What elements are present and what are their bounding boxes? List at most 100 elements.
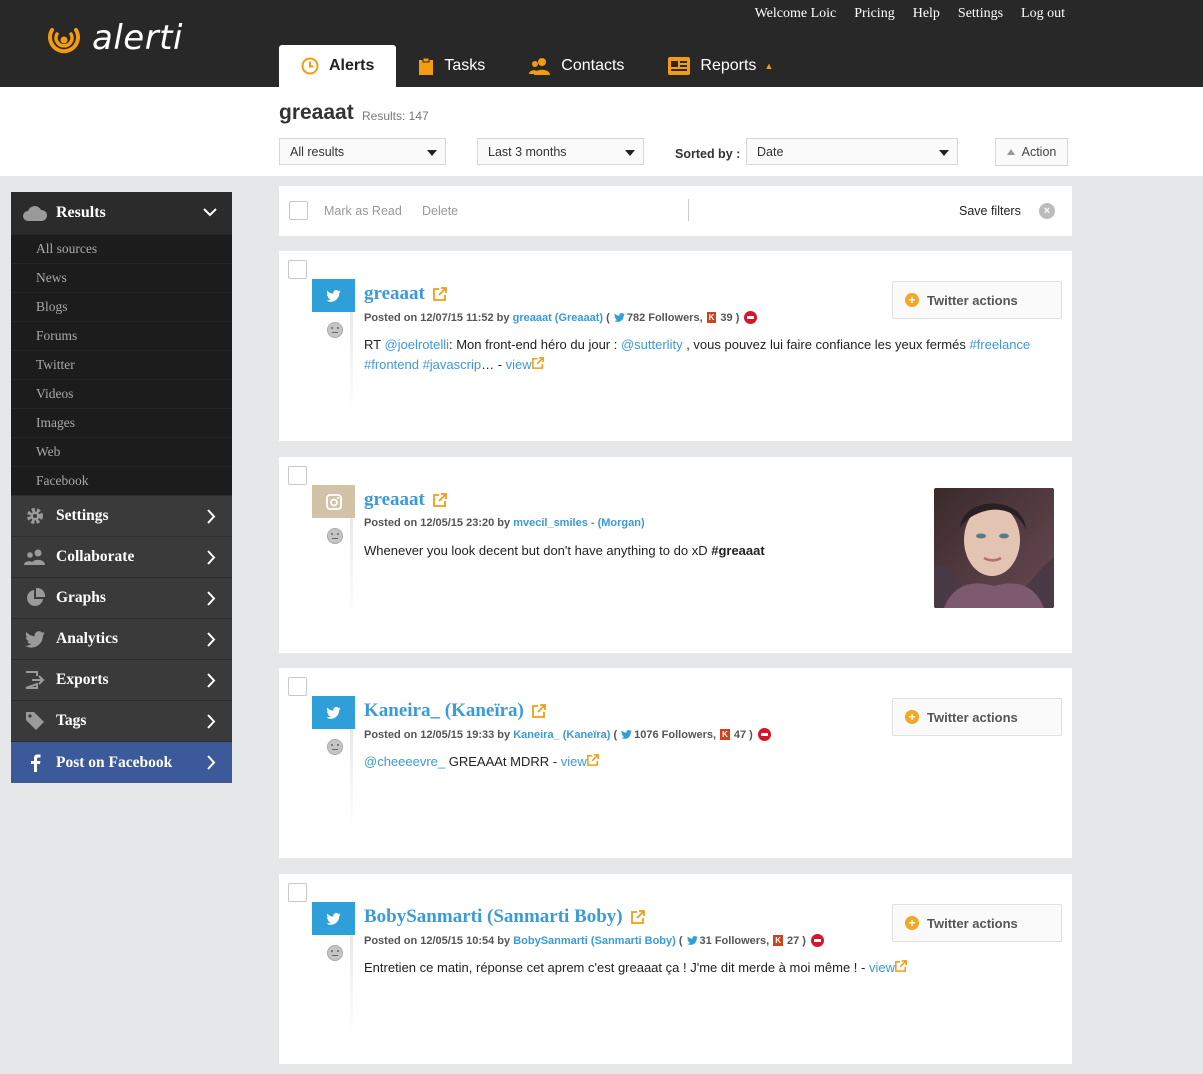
block-icon[interactable] [757, 728, 771, 741]
logout-link[interactable]: Log out [1021, 6, 1065, 22]
delete-button[interactable]: Delete [422, 204, 458, 218]
sidebar-item-tags[interactable]: Tags [11, 700, 232, 741]
tab-alerts[interactable]: Alerts [279, 45, 397, 87]
facebook-icon [23, 754, 47, 772]
neutral-sentiment-icon[interactable] [327, 945, 343, 961]
hashtag-link[interactable]: #javascrip [423, 357, 482, 372]
sidebar-item-analytics[interactable]: Analytics [11, 618, 232, 659]
cloud-icon [23, 205, 47, 221]
alerti-logo[interactable]: alerti [46, 18, 183, 58]
plus-icon: + [905, 710, 919, 724]
twitter-source-icon [312, 696, 355, 729]
text-segment: Whenever you look decent but don't have … [364, 543, 712, 558]
action-label: Action [1021, 145, 1057, 159]
posted-by-link[interactable]: Kaneira_ (Kaneïra) [513, 729, 610, 741]
chevron-right-icon [206, 591, 216, 611]
twitter-actions-button[interactable]: + Twitter actions [892, 281, 1062, 319]
scope-value: All results [290, 145, 345, 159]
external-link-icon [432, 287, 447, 301]
sidebar-item-videos[interactable]: Videos [11, 379, 232, 408]
author-link[interactable]: greaaat [364, 489, 447, 511]
sidebar-item-settings[interactable]: Settings [11, 495, 232, 536]
block-icon[interactable] [810, 934, 824, 947]
sidebar-item-twitter[interactable]: Twitter [11, 350, 232, 379]
reports-caret-icon: ▲ [764, 61, 774, 71]
result-checkbox[interactable] [288, 883, 307, 902]
mention-link[interactable]: @cheeeevre_ [364, 754, 445, 769]
sidebar-item-blogs[interactable]: Blogs [11, 292, 232, 321]
period-select[interactable]: Last 3 months [477, 138, 644, 165]
sidebar-item-facebook[interactable]: Facebook [11, 466, 232, 495]
neutral-sentiment-icon[interactable] [327, 528, 343, 544]
neutral-sentiment-icon[interactable] [327, 322, 343, 338]
mention-link[interactable]: @sutterlity [621, 337, 683, 352]
dropdown-arrow-icon [939, 150, 949, 156]
plus-icon: + [905, 293, 919, 307]
result-checkbox[interactable] [288, 466, 307, 485]
tab-tasks-label: Tasks [444, 57, 486, 74]
welcome-link[interactable]: Welcome Loic [755, 6, 837, 22]
external-link-icon [630, 910, 645, 924]
klout-score: 39 ) [720, 311, 740, 324]
sidebar-item-graphs[interactable]: Graphs [11, 577, 232, 618]
followers-count: 782 Followers, [626, 311, 703, 324]
posted-by-link[interactable]: BobySanmarti (Sanmarti Boby) [513, 935, 676, 947]
sidebar-item-forums[interactable]: Forums [11, 321, 232, 350]
followers-count: 31 Followers, [699, 934, 770, 947]
posted-date: Posted on 12/05/15 23:20 by [364, 517, 511, 529]
close-icon[interactable]: × [1039, 203, 1055, 219]
sidebar-item-exports[interactable]: Exports [11, 659, 232, 700]
sort-select[interactable]: Date [746, 138, 958, 165]
sidebar-item-all-sources[interactable]: All sources [11, 234, 232, 263]
view-link[interactable]: view [869, 960, 895, 975]
pricing-link[interactable]: Pricing [854, 6, 894, 22]
tab-tasks[interactable]: Tasks [396, 45, 507, 87]
plus-icon: + [905, 916, 919, 930]
post-text: Whenever you look decent but don't have … [364, 541, 924, 561]
twitter-actions-button[interactable]: + Twitter actions [892, 698, 1062, 736]
sort-value: Date [757, 145, 784, 159]
view-link[interactable]: view [561, 754, 587, 769]
post-photo[interactable] [934, 488, 1054, 608]
paren-open: ( [606, 311, 610, 324]
author-link[interactable]: BobySanmarti (Sanmarti Boby) [364, 906, 645, 928]
select-all-checkbox[interactable] [289, 201, 308, 220]
klout-icon: K [773, 935, 784, 946]
signal-icon [48, 28, 80, 54]
mention-link[interactable]: @joelrotelli [384, 337, 449, 352]
twitter-bird-icon [621, 730, 633, 739]
block-icon[interactable] [744, 311, 758, 324]
settings-link[interactable]: Settings [958, 6, 1003, 22]
divider [688, 199, 689, 221]
twitter-actions-button[interactable]: + Twitter actions [892, 904, 1062, 942]
result-checkbox[interactable] [288, 260, 307, 279]
author-link[interactable]: greaaat [364, 283, 447, 305]
sidebar-item-web[interactable]: Web [11, 437, 232, 466]
mark-as-read-button[interactable]: Mark as Read [324, 204, 402, 218]
tab-reports[interactable]: Reports ▲ [646, 45, 795, 87]
sidebar-exports-label: Exports [56, 671, 109, 688]
view-link[interactable]: view [506, 357, 532, 372]
action-button[interactable]: Action [995, 138, 1068, 166]
sidebar-item-images[interactable]: Images [11, 408, 232, 437]
sidebar-post-facebook-label: Post on Facebook [56, 753, 173, 771]
tab-contacts[interactable]: Contacts [507, 45, 646, 87]
hashtag-link[interactable]: #frontend [364, 357, 419, 372]
help-link[interactable]: Help [913, 6, 940, 22]
result-checkbox[interactable] [288, 677, 307, 696]
posted-by-link[interactable]: mvecil_smiles - (Morgan) [513, 517, 644, 529]
klout-score: 47 ) [733, 728, 753, 741]
scope-select[interactable]: All results [279, 138, 446, 165]
top-links: Welcome Loic Pricing Help Settings Log o… [755, 6, 1065, 22]
save-filters-button[interactable]: Save filters [959, 204, 1021, 218]
hashtag-link[interactable]: #freelance [969, 337, 1030, 352]
neutral-sentiment-icon[interactable] [327, 739, 343, 755]
chevron-right-icon [206, 673, 216, 693]
sidebar-results[interactable]: Results [11, 192, 232, 234]
sidebar-item-post-facebook[interactable]: Post on Facebook [11, 741, 232, 783]
sidebar-item-news[interactable]: News [11, 263, 232, 292]
sidebar-item-collaborate[interactable]: Collaborate [11, 536, 232, 577]
author-link[interactable]: Kaneira_ (Kaneïra) [364, 700, 546, 722]
posted-by-link[interactable]: greaaat (Greaaat) [513, 312, 604, 324]
result-card: BobySanmarti (Sanmarti Boby) Posted on 1… [279, 874, 1072, 1064]
